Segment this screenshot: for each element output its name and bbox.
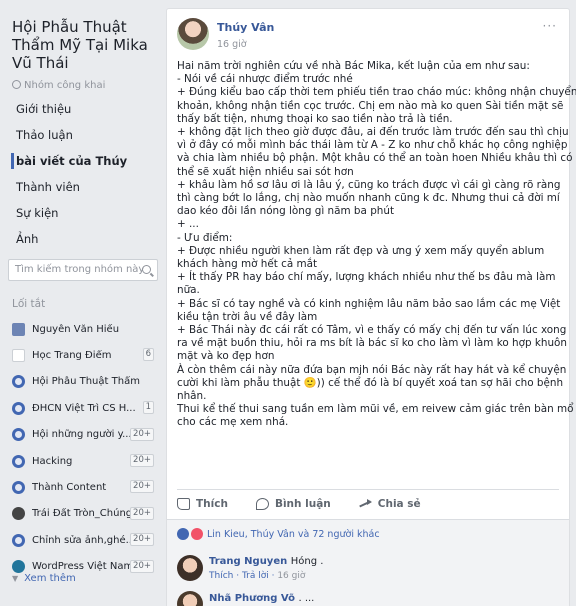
shortcut-item[interactable]: Trái Đất Tròn_Chúng... 20+ [12,501,158,527]
comment-like-button[interactable]: Thích [209,571,233,581]
group-icon [12,481,25,495]
group-nav: Giới thiệu Thảo luận bài viết của Thúy T… [0,96,163,252]
comment-actions: Thích · Trả lời · 16 giờ [209,571,306,581]
author-avatar[interactable] [177,18,209,50]
group-icon [12,454,25,468]
reactions-bar: Lin Kieu, Thúy Vân và 72 người khác [167,519,569,547]
post-card: Thúy Vân 16 giờ ··· Hai năm trời nghiên … [166,8,576,606]
group-icon [12,401,25,415]
avatar[interactable] [177,591,203,606]
count-badge: 20+ [130,559,154,573]
shortcuts-heading: Lối tắt [12,298,46,310]
count-badge: 1 [142,401,154,415]
comment-text: . ... [298,593,315,604]
share-button[interactable]: Chia sẻ [359,491,421,517]
nav-about[interactable]: Giới thiệu [0,96,163,122]
count-badge: 20+ [130,427,154,441]
count-badge: 6 [142,348,154,362]
group-icon [12,533,25,547]
shortcuts-list: Nguyễn Văn Hiếu Học Trang Điểm 6 Hội Phẫu… [12,316,158,580]
nav-discussion[interactable]: Thảo luận [0,122,163,148]
comment-reply-button[interactable]: Trả lời [242,571,269,581]
comment-time[interactable]: 16 giờ [277,571,305,581]
group-icon [12,428,25,442]
search-icon[interactable] [142,265,151,274]
love-reaction-icon [191,528,203,540]
see-more-link[interactable]: ▼ Xem thêm [12,573,76,584]
wordpress-icon [12,560,25,574]
more-options-icon[interactable]: ··· [543,19,557,33]
like-button[interactable]: Thích [177,491,228,517]
shortcut-item[interactable]: Chỉnh sửa ảnh,ghé... 20+ [12,527,158,553]
comment-button[interactable]: Bình luận [255,491,331,517]
reactions-summary[interactable]: Lin Kieu, Thúy Vân và 72 người khác [177,528,380,540]
thumbs-up-icon [177,498,190,510]
group-icon [12,375,25,389]
count-badge: 20+ [130,506,154,520]
nav-photos[interactable]: Ảnh [0,226,163,252]
nav-posts-by-thuy[interactable]: bài viết của Thúy [0,148,163,174]
shortcut-item[interactable]: Hội Phẫu Thuật Thẩm ... [12,369,158,395]
post-time[interactable]: 16 giờ [217,39,247,50]
skull-icon [12,507,25,521]
post-actions: Thích Bình luận Chia sẻ [177,491,449,517]
shield-icon [12,322,25,336]
shortcut-item[interactable]: Nguyễn Văn Hiếu [12,316,158,342]
page-icon [12,349,25,363]
nav-events[interactable]: Sự kiện [0,200,163,226]
shortcut-item[interactable]: Thành Content 20+ [12,474,158,500]
share-icon [359,498,372,510]
nav-members[interactable]: Thành viên [0,174,163,200]
comment-author[interactable]: Nhã Phương Võ . ... [209,593,314,604]
post-author[interactable]: Thúy Vân [217,21,274,34]
group-privacy: Nhóm công khai [12,80,105,91]
count-badge: 20+ [130,533,154,547]
post-body: Hai năm trời nghiên cứu về nhà Bác Mika,… [177,60,576,429]
divider [177,489,559,490]
shortcut-item[interactable]: Học Trang Điểm 6 [12,342,158,368]
comment-text: Hóng . [290,556,324,567]
group-search-input[interactable]: Tìm kiếm trong nhóm này [8,259,158,281]
chevron-down-icon: ▼ [12,574,19,583]
like-reaction-icon [177,528,189,540]
left-sidebar: Hội Phẫu Thuật Thẩm Mỹ Tại Mika Vũ Thái … [0,0,163,606]
group-title[interactable]: Hội Phẫu Thuật Thẩm Mỹ Tại Mika Vũ Thái [12,18,158,72]
shortcut-item[interactable]: ĐHCN Việt Trì CS H... 1 [12,395,158,421]
count-badge: 20+ [130,480,154,494]
avatar[interactable] [177,555,203,581]
comment-author[interactable]: Trang Nguyen Hóng . [209,556,323,567]
comment-icon [255,498,269,510]
comments-section: Trang Nguyen Hóng . Thích · Trả lời · 16… [167,547,569,606]
shortcut-item[interactable]: Hacking 20+ [12,448,158,474]
count-badge: 20+ [130,453,154,467]
globe-icon [12,80,21,89]
shortcut-item[interactable]: Hội những người y... 20+ [12,422,158,448]
